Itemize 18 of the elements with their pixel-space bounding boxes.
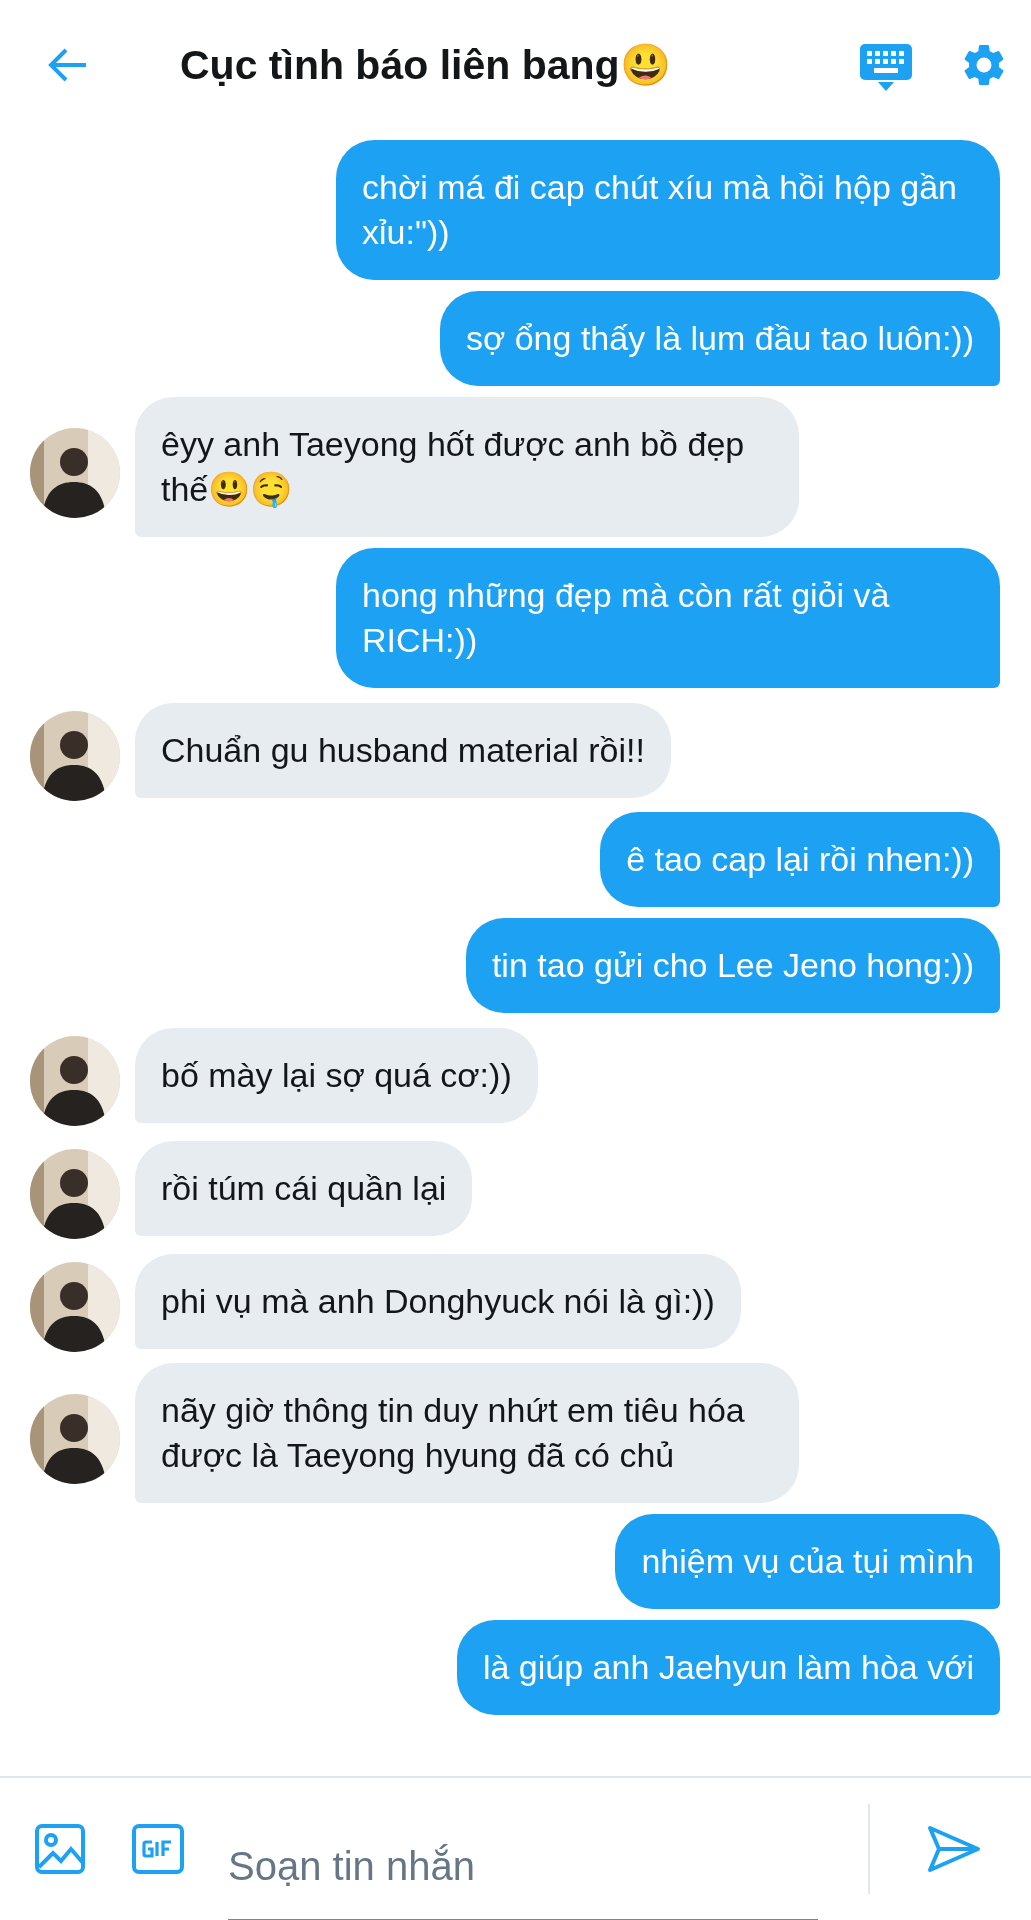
message-input[interactable]: Soạn tin nhắn: [228, 1826, 818, 1920]
received-message: rồi túm cái quần lại: [135, 1140, 473, 1236]
received-message: êyy anh Taeyong hốt được anh bồ đẹp thế😃🤤: [135, 397, 799, 537]
sent-message: nhiệm vụ của tụi mình: [615, 1514, 1000, 1609]
image-icon[interactable]: [34, 1823, 86, 1875]
sent-message: là giúp anh Jaehyun làm hòa với: [456, 1620, 1000, 1715]
received-message: Chuẩn gu husband material rồi!!: [135, 702, 671, 798]
chat-title: Cục tình báo liên bang😃: [180, 41, 672, 89]
received-message: nãy giờ thông tin duy nhứt em tiêu hóa được là Taeyong hyung đã có chủ: [135, 1363, 799, 1503]
received-message: bố mày lại sợ quá cơ:)): [135, 1027, 538, 1123]
sent-message: hong những đẹp mà còn rất giỏi và RICH:)): [336, 548, 1000, 688]
sent-message: tin tao gửi cho Lee Jeno hong:)): [465, 918, 1000, 1013]
gif-icon[interactable]: [132, 1824, 184, 1874]
sent-message: sợ ổng thấy là lụm đầu tao luôn:)): [439, 291, 1000, 386]
sent-message: ê tao cap lại rồi nhen:)): [600, 812, 1000, 907]
send-icon[interactable]: [927, 1825, 981, 1873]
received-message: phi vụ mà anh Donghyuck nói là gì:)): [135, 1253, 741, 1349]
sent-message: chời má đi cap chút xíu mà hồi hộp gần xỉu:")): [336, 140, 1000, 280]
